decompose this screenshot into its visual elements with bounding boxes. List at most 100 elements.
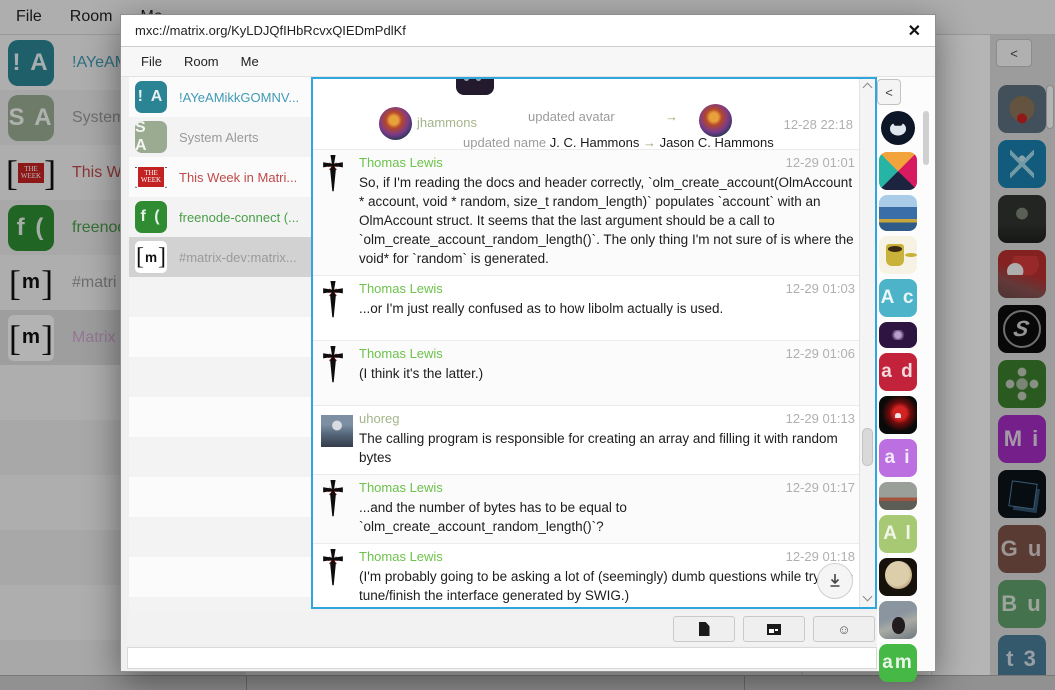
arrow-right-icon: →	[665, 109, 678, 124]
dialog-menu-me[interactable]: Me	[241, 54, 259, 69]
event-timestamp: 12-28 22:18	[784, 117, 853, 132]
message-text: ...and the number of bytes has to be equ…	[359, 498, 855, 536]
message-avatar: ✳†	[317, 549, 359, 605]
message-text: ...or I'm just really confused as to how…	[359, 299, 855, 318]
attach-image-button[interactable]	[743, 616, 805, 642]
room-avatar: S A	[135, 121, 167, 153]
dialog-member-rail: < A ca da iA lam	[877, 77, 935, 671]
room-avatar-frame: [m]	[135, 241, 167, 273]
chat-scrollbar[interactable]	[859, 79, 875, 607]
emoji-button[interactable]: ☺	[813, 616, 875, 642]
am-letter-avatar[interactable]: am	[879, 644, 917, 682]
message: ✳† Thomas Lewis 12-29 01:03 ...or I'm ju…	[313, 275, 861, 340]
room-list-item[interactable]: ! A !AYeAMikkGOMNV...	[129, 77, 311, 117]
room-avatar: [m]	[135, 241, 167, 273]
scream-painting-avatar	[879, 601, 917, 639]
plush-dog-avatar[interactable]	[879, 558, 917, 596]
room-list-item[interactable]: [THEWEEK] This Week in Matri...	[129, 157, 311, 197]
message: ✳† Thomas Lewis 12-29 01:01 So, if I'm r…	[313, 149, 861, 275]
room-label: This Week in Matri...	[179, 170, 297, 185]
room-label: #matrix-dev:matrix...	[179, 250, 297, 265]
message-timestamp: 12-29 01:06	[786, 346, 855, 361]
diamond-pattern-avatar	[879, 152, 917, 190]
message-input[interactable]	[127, 647, 877, 669]
ac-letter-avatar[interactable]: A c	[879, 279, 917, 317]
ad-letter-avatar[interactable]: a d	[879, 353, 917, 391]
message-timestamp: 12-29 01:18	[786, 549, 855, 564]
message-author: Thomas Lewis	[359, 155, 443, 170]
attach-file-button[interactable]	[673, 616, 735, 642]
cross-avatar: ✳†	[317, 549, 351, 601]
room-label: freenode-connect (...	[179, 210, 299, 225]
coffee-mug-avatar[interactable]	[879, 236, 917, 274]
scream-painting-avatar[interactable]	[879, 601, 917, 639]
uhoreg-avatar	[321, 415, 353, 447]
demon-face-avatar[interactable]	[879, 396, 917, 434]
dialog-menu-room[interactable]: Room	[184, 54, 219, 69]
chevron-left-icon: <	[885, 85, 893, 100]
room-avatar-frame: ! A	[135, 81, 167, 113]
chat-scrollbar-thumb[interactable]	[862, 428, 873, 466]
room-avatar-frame: f (	[135, 201, 167, 233]
message: ✳† Thomas Lewis 12-29 01:17 ...and the n…	[313, 474, 861, 543]
al-letter-avatar[interactable]: A l	[879, 515, 917, 553]
event-line2-label: updated name	[463, 135, 546, 150]
room-label: System Alerts	[179, 130, 258, 145]
landscape-photo-avatar	[879, 482, 917, 510]
dialog-menu-bar: File Room Me	[121, 47, 935, 77]
event-action: updated avatar	[528, 109, 615, 124]
message-author: Thomas Lewis	[359, 346, 443, 361]
purple-banner-avatar[interactable]	[879, 322, 917, 348]
message-author: Thomas Lewis	[359, 281, 443, 296]
message-text: (I'm probably going to be asking a lot o…	[359, 567, 855, 605]
seaplane-photo-avatar	[879, 195, 917, 231]
cross-avatar: ✳†	[317, 155, 351, 207]
event-old-name: J. C. Hammons	[550, 135, 640, 150]
dialog-title-bar[interactable]: mxc://matrix.org/KyLDJQfIHbRcvxQIEDmPdlK…	[121, 15, 935, 47]
am-letter-avatar: am	[879, 644, 917, 682]
github-octocat-avatar[interactable]	[879, 109, 917, 147]
room-label: !AYeAMikkGOMNV...	[179, 90, 299, 105]
cross-avatar: ✳†	[317, 346, 351, 398]
ai-letter-avatar[interactable]: a i	[879, 439, 917, 477]
scroll-down-icon[interactable]	[863, 592, 873, 602]
message-timestamp: 12-29 01:17	[786, 480, 855, 495]
arrow-right-icon: →	[643, 135, 656, 150]
landscape-photo-avatar[interactable]	[879, 482, 917, 510]
jhammons-avatar	[379, 107, 412, 140]
scroll-to-bottom-button[interactable]	[817, 563, 853, 599]
purple-banner-avatar	[879, 322, 917, 348]
dialog-menu-file[interactable]: File	[141, 54, 162, 69]
collapse-members-button[interactable]: <	[877, 79, 901, 105]
close-icon[interactable]: ✕	[908, 21, 921, 41]
room-avatar: ! A	[135, 81, 167, 113]
demon-face-avatar	[879, 396, 917, 434]
room-avatar: [THEWEEK]	[135, 161, 167, 193]
room-list-item[interactable]: [m] #matrix-dev:matrix...	[129, 237, 311, 277]
image-icon	[767, 624, 781, 635]
room-avatar: f (	[135, 201, 167, 233]
document-icon	[699, 622, 710, 636]
seaplane-photo-avatar[interactable]	[879, 195, 917, 231]
message-avatar: ✳†	[317, 155, 359, 268]
coffee-mug-avatar	[879, 236, 917, 274]
room-list-item[interactable]: S A System Alerts	[129, 117, 311, 157]
scroll-up-icon[interactable]	[863, 83, 873, 93]
dialog-room-list: ! A !AYeAMikkGOMNV... S A System Alerts …	[129, 77, 311, 613]
room-avatar-frame: S A	[135, 121, 167, 153]
message-text: (I think it's the latter.)	[359, 364, 855, 383]
message-author: Thomas Lewis	[359, 549, 443, 564]
jhammons-new-avatar	[699, 104, 732, 137]
message-text: So, if I'm reading the docs and header c…	[359, 173, 855, 268]
screen: File Room Me ! A !AYeAM S A System [THEW…	[0, 0, 1055, 690]
message-avatar: ✳†	[317, 480, 359, 536]
chat-timeline[interactable]: jhammons updated avatar → 12-28 22:18 up…	[311, 77, 877, 609]
smiley-icon: ☺	[837, 622, 850, 637]
room-list-item[interactable]: f ( freenode-connect (...	[129, 197, 311, 237]
member-rail-scrollbar-thumb[interactable]	[923, 111, 929, 165]
dialog-title: mxc://matrix.org/KyLDJQfIHbRcvxQIEDmPdlK…	[135, 23, 908, 38]
al-letter-avatar: A l	[879, 515, 917, 553]
message-author: uhoreg	[359, 411, 399, 426]
diamond-pattern-avatar[interactable]	[879, 152, 917, 190]
message: ✳† Thomas Lewis 12-29 01:18 (I'm probabl…	[313, 543, 861, 609]
